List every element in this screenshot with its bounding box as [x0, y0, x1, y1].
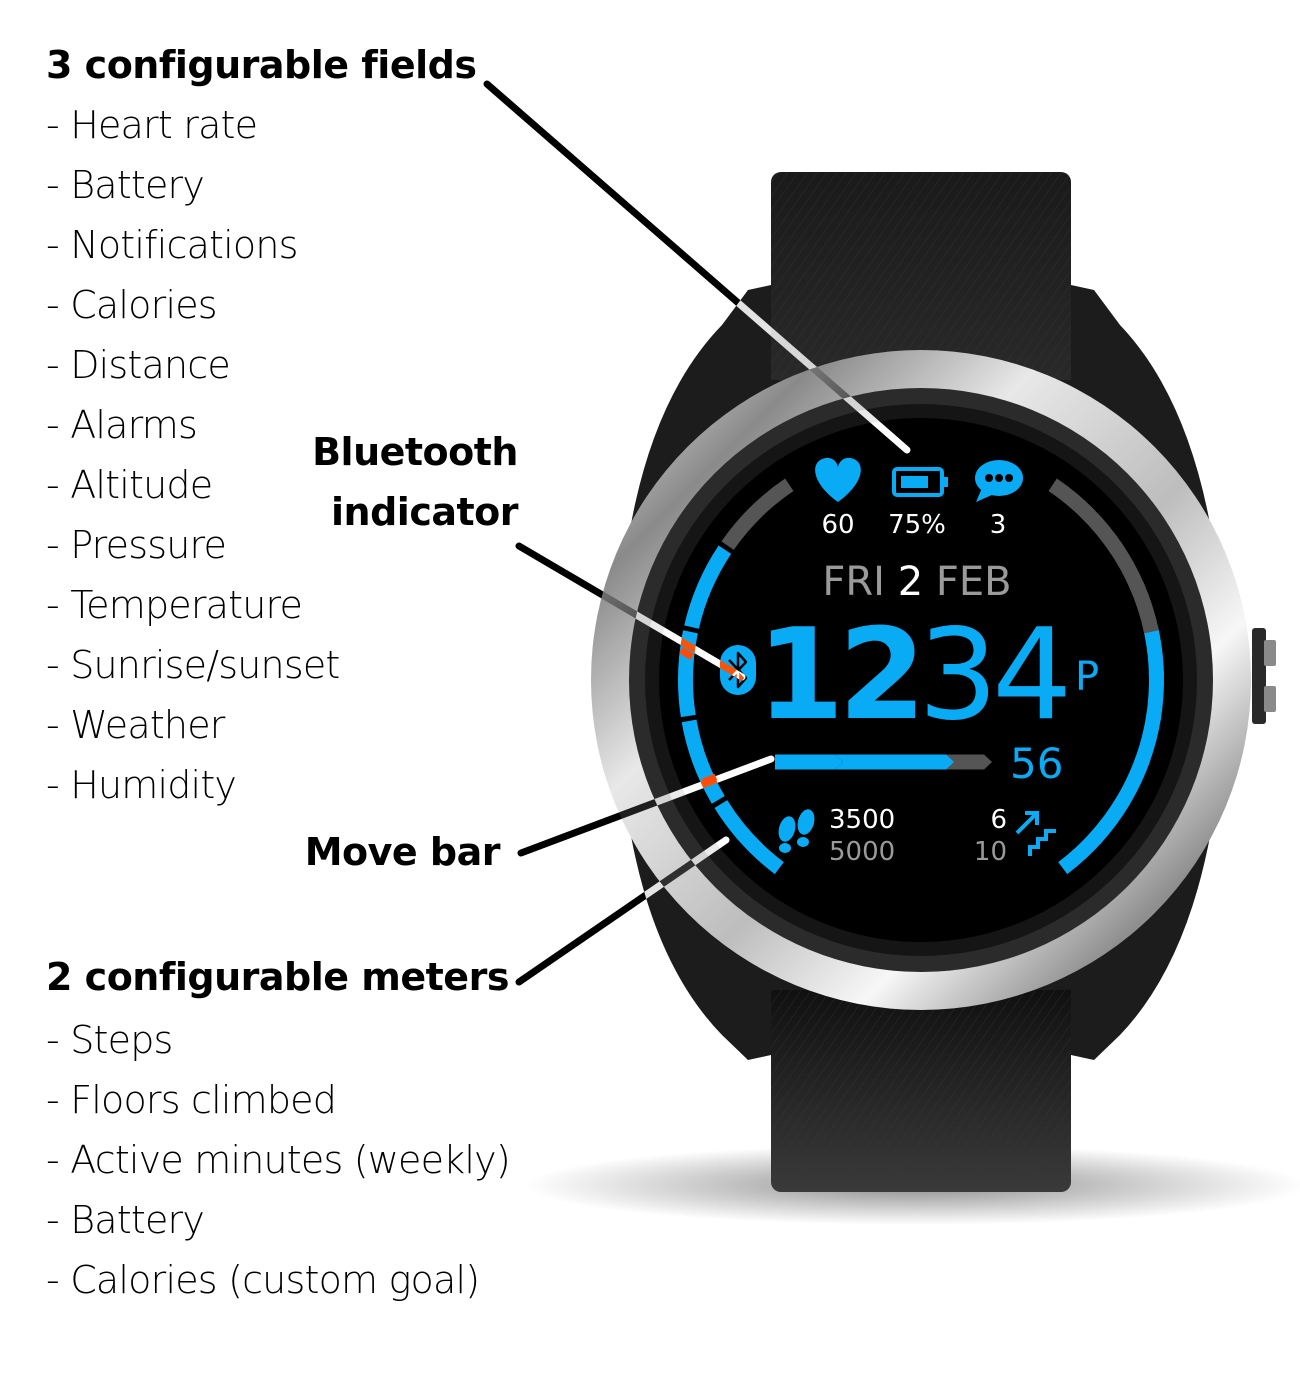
floors-goal: 10 [974, 837, 1007, 867]
date-month: FEB [936, 559, 1012, 605]
seconds-value: 56 [1010, 739, 1063, 788]
bluetooth-icon [720, 645, 756, 695]
watch-illustration: 60 75% 3 FRI 2 FEB 12 34 P 56 3500 5000 … [525, 172, 1300, 1225]
heart-rate-value: 60 [821, 510, 854, 540]
time-minutes: 34 [918, 601, 1066, 748]
date: FRI 2 FEB [822, 559, 1011, 605]
move-bar [775, 754, 992, 770]
date-day: 2 [898, 559, 923, 605]
time-ampm: P [1075, 654, 1099, 700]
steps-current: 3500 [829, 805, 895, 835]
notification-count: 3 [990, 510, 1007, 540]
floors-current: 6 [990, 805, 1007, 835]
battery-value: 75% [888, 510, 946, 540]
steps-goal: 5000 [829, 837, 895, 867]
move-bar-segment [775, 754, 843, 770]
date-weekday: FRI [822, 559, 885, 605]
time-hours: 12 [757, 601, 920, 748]
crown-button [1252, 628, 1276, 724]
